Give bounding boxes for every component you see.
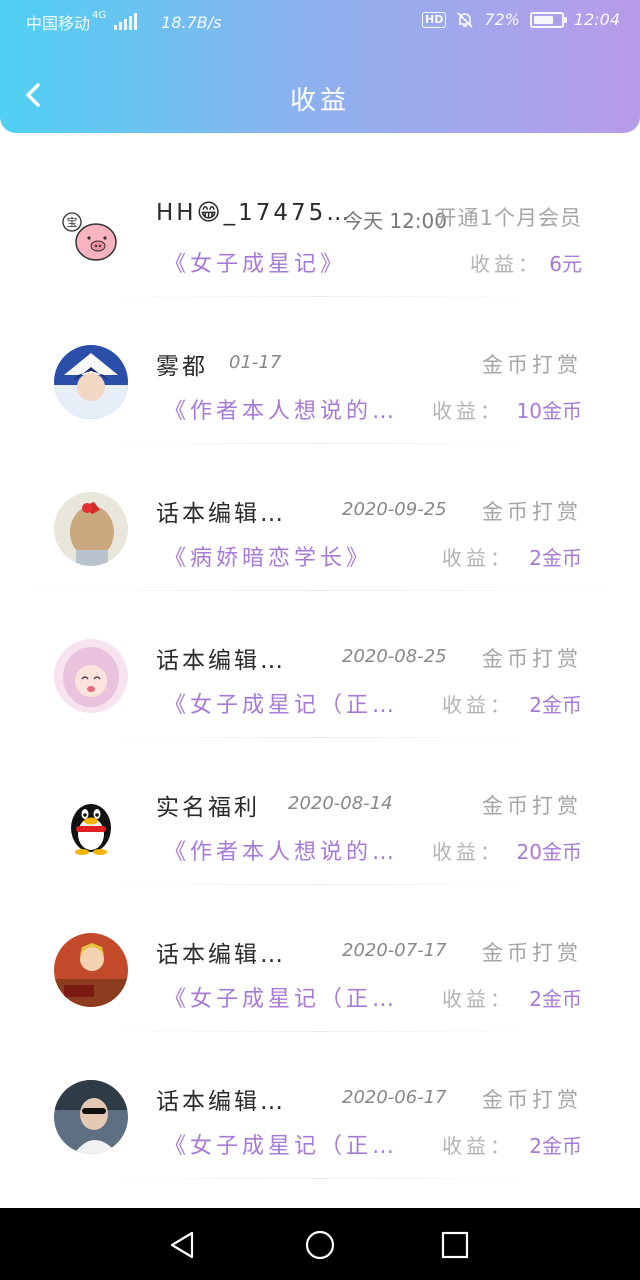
income-value: 6元 [549,252,582,276]
income-value: 2金币 [529,987,582,1011]
income-value: 2金币 [529,1134,582,1158]
list-item[interactable]: 实名福利 2020-08-14 金币打赏 《作者本人想说的… 收益： 20金币 [0,738,640,885]
work-title: 《女子成星记》 [164,252,347,277]
page-title: 收益 [289,86,350,116]
income-value: 2金币 [529,546,582,570]
anime-girl-avatar-icon [54,639,128,713]
header-bar: 中国移动 4G 18.7B/s HD 72% 12:04 收益 [0,0,640,133]
anime-badge-avatar-icon [54,933,128,1007]
list-item[interactable]: 话本编辑… 2020-08-25 金币打赏 《女子成星记（正… 收益： 2金币 [0,591,640,738]
record-date: 2020-07-17 [342,940,447,961]
pig-avatar-icon: 宝 [54,198,128,272]
hd-icon: HD [421,11,447,28]
list-item[interactable]: 话本编辑… 2020-09-25 金币打赏 《病娇暗恋学长》 收益： 2金币 [0,444,640,591]
user-name: 实名福利 [156,795,260,821]
battery-icon [529,11,567,28]
user-name: 话本编辑… [156,942,286,968]
selfie-avatar-icon [54,1080,128,1154]
record-type: 金币打赏 [482,353,582,377]
work-title: 《女子成星记（正… [164,987,399,1012]
income-label: 收益： [432,840,504,864]
record-type: 金币打赏 [482,500,582,524]
record-type: 金币打赏 [482,1088,582,1112]
record-type: 金币打赏 [482,794,582,818]
income-value: 2金币 [529,693,582,717]
record-date: 2020-08-14 [288,793,393,814]
clock: 12:04 [573,10,620,29]
user-name: HH😁_17475… [156,200,353,226]
back-triangle-icon[interactable] [166,1228,200,1262]
record-date: 2020-08-25 [342,646,447,667]
user-name: 话本编辑… [156,648,286,674]
girl-photo-avatar-icon [54,492,128,566]
recents-square-icon[interactable] [438,1228,472,1262]
mute-bell-icon [457,11,473,28]
income-label: 收益： [442,987,514,1011]
work-title: 《女子成星记（正… [164,1134,399,1159]
network-speed: 18.7B/s [161,12,222,32]
home-circle-icon[interactable] [303,1228,337,1262]
income-label: 收益： [470,252,542,276]
list-item[interactable]: 话本编辑… 2020-06-17 金币打赏 《女子成星记（正… 收益： 2金币 [0,1032,640,1179]
record-type: 金币打赏 [482,647,582,671]
navigation-bar [0,1208,640,1280]
user-name: 话本编辑… [156,1089,286,1115]
income-label: 收益： [442,693,514,717]
income-label: 收益： [442,1134,514,1158]
income-label: 收益： [432,399,504,423]
battery-percent: 72% [484,10,520,29]
list-item[interactable]: 雾都 01-17 金币打赏 《作者本人想说的… 收益： 10金币 [0,297,640,444]
record-type: 金币打赏 [482,941,582,965]
record-date: 今天 12:00 [343,209,447,233]
record-date: 2020-09-25 [342,499,447,520]
qq-penguin-avatar-icon [54,786,128,860]
record-date: 2020-06-17 [342,1087,447,1108]
status-bar: 中国移动 4G 18.7B/s HD 72% 12:04 [0,0,640,44]
work-title: 《作者本人想说的… [164,840,399,865]
divider [100,1178,540,1179]
carrier-label: 中国移动 [26,14,91,33]
svg-text:宝: 宝 [67,215,78,229]
work-title: 《作者本人想说的… [164,399,399,424]
user-name: 话本编辑… [156,501,286,527]
work-title: 《女子成星记（正… [164,693,399,718]
list-item[interactable]: 宝 HH😁_17475… 今天 12:00 开通1个月会员 《女子成星记》 收益… [0,150,640,297]
signal-icon [114,13,138,30]
anime-avatar-icon [54,345,128,419]
network-label: 4G [92,10,107,21]
record-type: 开通1个月会员 [435,206,582,230]
income-list: 宝 HH😁_17475… 今天 12:00 开通1个月会员 《女子成星记》 收益… [0,150,640,1179]
list-item[interactable]: 话本编辑… 2020-07-17 金币打赏 《女子成星记（正… 收益： 2金币 [0,885,640,1032]
income-value: 20金币 [516,840,582,864]
user-name: 雾都 [156,354,208,380]
income-value: 10金币 [516,399,582,423]
income-label: 收益： [442,546,514,570]
work-title: 《病娇暗恋学长》 [164,546,373,571]
record-date: 01-17 [229,352,282,373]
